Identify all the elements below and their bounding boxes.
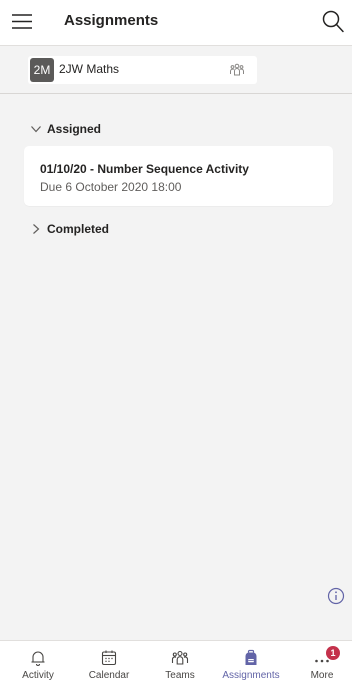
teams-people-icon[interactable] [229, 62, 245, 78]
nav-item-assignments[interactable]: Assignments [219, 641, 283, 684]
info-icon[interactable] [327, 587, 345, 605]
assignments-app: Assignments 2M 2JW Maths Assigned 01/10/… [0, 0, 352, 684]
search-icon[interactable] [320, 8, 346, 36]
chevron-right-icon [33, 224, 40, 234]
completed-section-label: Completed [47, 222, 110, 236]
page-title: Assignments [64, 12, 159, 29]
nav-label-teams: Teams [165, 670, 195, 681]
nav-label-activity: Activity [22, 670, 54, 681]
nav-label-assignments: Assignments [222, 670, 280, 681]
team-name: 2JW Maths [59, 62, 120, 76]
assignment-card[interactable]: 01/10/20 - Number Sequence Activity Due … [24, 146, 333, 206]
assigned-section-label: Assigned [47, 122, 102, 136]
calendar-icon [101, 650, 117, 666]
assignment-due-date: Due 6 October 2020 18:00 [40, 180, 182, 194]
bottom-navigation: Activity Calendar Teams Assignments 1 Mo… [0, 640, 352, 684]
assignment-title: 01/10/20 - Number Sequence Activity [40, 162, 249, 176]
notification-badge: 1 [326, 646, 340, 660]
nav-item-activity[interactable]: Activity [6, 641, 70, 684]
team-selector[interactable]: 2M 2JW Maths [28, 56, 257, 84]
assigned-section-toggle[interactable]: Assigned [30, 119, 101, 139]
nav-item-teams[interactable]: Teams [148, 641, 212, 684]
app-header: Assignments [0, 0, 352, 46]
hamburger-menu-icon[interactable] [10, 10, 36, 34]
chevron-down-icon [31, 126, 41, 133]
completed-section-toggle[interactable]: Completed [30, 219, 109, 239]
nav-label-calendar: Calendar [88, 670, 130, 681]
nav-item-more[interactable]: 1 More [290, 641, 352, 684]
team-selector-bar: 2M 2JW Maths [0, 46, 352, 94]
backpack-icon [245, 649, 257, 665]
bell-icon [31, 651, 45, 666]
nav-label-more: More [310, 670, 334, 681]
teams-icon [171, 650, 189, 665]
team-avatar: 2M [30, 58, 54, 82]
nav-item-calendar[interactable]: Calendar [77, 641, 141, 684]
